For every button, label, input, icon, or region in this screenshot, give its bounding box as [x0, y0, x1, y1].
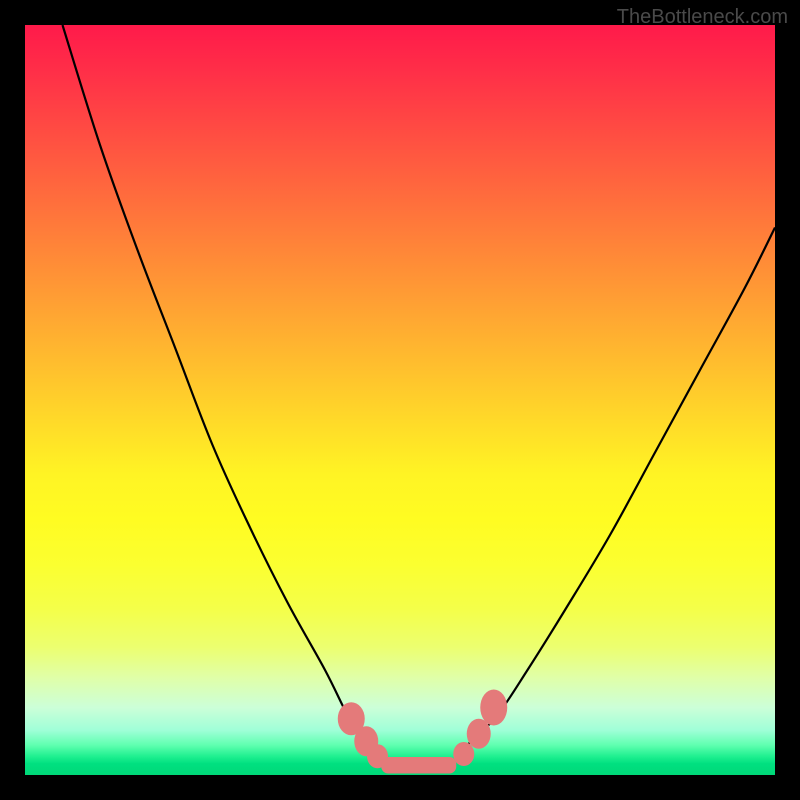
watermark-text: TheBottleneck.com — [617, 6, 788, 29]
bottom-bar — [381, 757, 456, 774]
right-dot-3 — [480, 690, 507, 726]
chart-svg — [25, 25, 775, 775]
markers-group — [338, 690, 508, 769]
right-dot-2 — [467, 719, 491, 749]
curve-left — [63, 25, 378, 753]
curve-right — [460, 228, 775, 753]
right-dot-1 — [453, 742, 474, 766]
plot-area — [25, 25, 775, 775]
